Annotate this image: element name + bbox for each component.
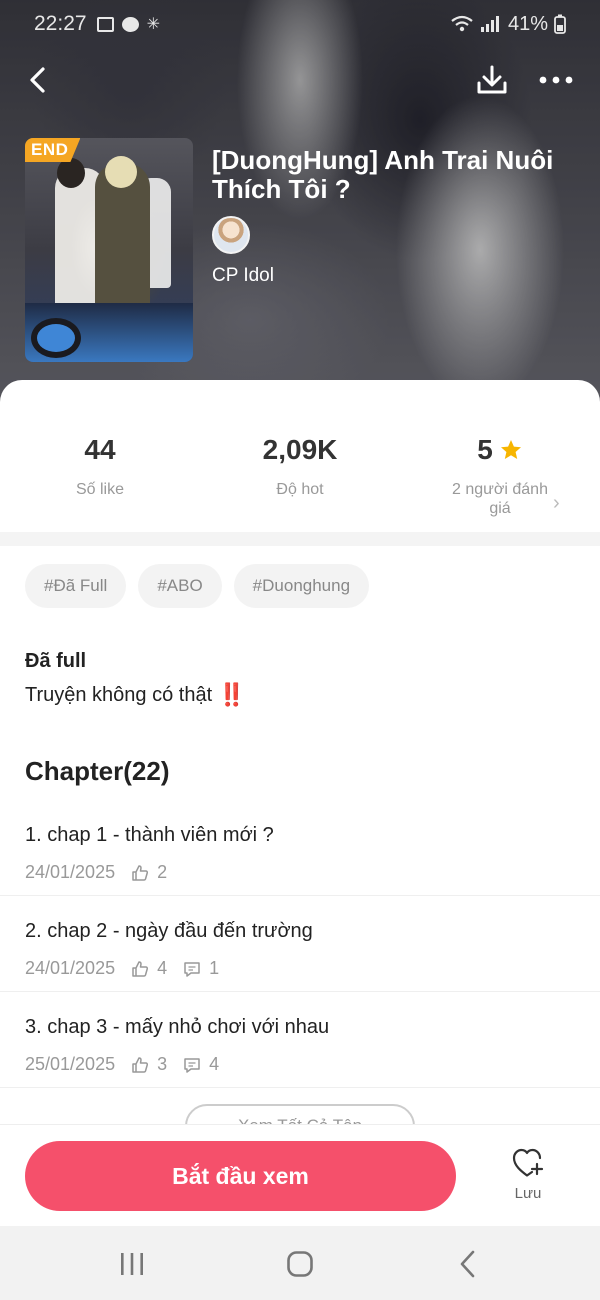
chapter-item[interactable]: 1. chap 1 - thành viên mới ? 24/01/2025 … bbox=[0, 800, 600, 896]
chapter-comment-count: 4 bbox=[209, 1054, 220, 1074]
stat-likes: 44 Số like bbox=[0, 434, 200, 499]
rating-label: 2 người đánh giá bbox=[452, 481, 548, 517]
stats-row: 44 Số like 2,09K Độ hot 5 2 người đánh g… bbox=[0, 380, 600, 530]
like-icon bbox=[132, 960, 149, 977]
status-time: 22:27 bbox=[34, 12, 87, 35]
chapter-title: 1. chap 1 - thành viên mới ? bbox=[25, 824, 274, 846]
chapter-item[interactable]: 3. chap 3 - mấy nhỏ chơi với nhau 25/01/… bbox=[0, 992, 600, 1088]
likes-label: Số like bbox=[75, 481, 125, 498]
more-options-button[interactable] bbox=[532, 58, 580, 102]
chapter-likes: 3 bbox=[131, 1054, 167, 1075]
signal-icon bbox=[480, 16, 499, 32]
description-body: Truyện không có thật ‼️ bbox=[25, 682, 246, 708]
gallery-icon bbox=[96, 16, 114, 32]
tag-chip[interactable]: #Đã Full bbox=[25, 564, 127, 608]
status-notification-icons: ✳ bbox=[96, 14, 160, 34]
message-icon bbox=[121, 16, 139, 32]
stat-rating[interactable]: 5 2 người đánh giá bbox=[400, 434, 600, 518]
rating-value-row: 5 bbox=[400, 434, 600, 466]
chapters-header: Chapter(22) bbox=[25, 756, 170, 786]
chapter-date: 24/01/2025 bbox=[25, 862, 116, 882]
tag-chip[interactable]: #Duonghung bbox=[233, 564, 370, 608]
status-bar: 22:27 ✳ 41% bbox=[0, 0, 600, 48]
chapter-likes: 2 bbox=[131, 862, 167, 883]
save-label: Lưu bbox=[514, 1185, 542, 1202]
chapter-comment-count: 1 bbox=[209, 958, 220, 978]
heart-plus-icon bbox=[512, 1148, 544, 1177]
top-bar bbox=[0, 52, 600, 108]
chapter-like-count: 2 bbox=[157, 862, 168, 882]
home-button[interactable] bbox=[270, 1242, 330, 1286]
status-system-icons: 41% bbox=[450, 13, 566, 36]
back-button[interactable] bbox=[18, 60, 58, 100]
chapter-comments: 1 bbox=[183, 958, 219, 979]
battery-icon bbox=[554, 14, 566, 34]
rating-value: 5 bbox=[477, 434, 493, 465]
description-title: Đã full bbox=[25, 650, 87, 672]
likes-count: 44 bbox=[84, 434, 116, 465]
chapter-title: 3. chap 3 - mấy nhỏ chơi với nhau bbox=[25, 1016, 330, 1038]
like-icon bbox=[132, 1056, 149, 1073]
chapter-meta: 25/01/2025 3 4 bbox=[25, 1054, 219, 1075]
author-name[interactable]: CP Idol bbox=[212, 265, 274, 287]
download-icon bbox=[477, 65, 507, 94]
back-icon bbox=[30, 67, 45, 93]
recent-apps-icon bbox=[121, 1253, 143, 1275]
brightness-icon: ✳ bbox=[146, 16, 160, 33]
nav-back-icon bbox=[460, 1250, 475, 1278]
start-reading-button[interactable]: Bắt đầu xem bbox=[25, 1141, 456, 1211]
comment-icon bbox=[184, 1057, 200, 1073]
more-icon bbox=[539, 76, 573, 84]
download-button[interactable] bbox=[470, 58, 514, 102]
bottom-action-bar: Bắt đầu xem Lưu bbox=[0, 1124, 600, 1226]
section-divider bbox=[0, 532, 600, 546]
story-title: [DuongHung] Anh Trai Nuôi Thích Tôi ? bbox=[212, 145, 554, 204]
chapter-date: 24/01/2025 bbox=[25, 958, 116, 978]
chevron-right-icon[interactable]: › bbox=[553, 492, 560, 515]
chapter-title: 2. chap 2 - ngày đầu đến trường bbox=[25, 920, 313, 942]
double-exclamation-icon: ‼️ bbox=[218, 682, 245, 707]
chapter-comments: 4 bbox=[183, 1054, 219, 1075]
like-icon bbox=[132, 864, 149, 881]
hot-label: Độ hot bbox=[276, 481, 324, 498]
save-button[interactable]: Lưu bbox=[495, 1147, 561, 1217]
hot-count: 2,09K bbox=[262, 434, 338, 465]
chapter-item[interactable]: 2. chap 2 - ngày đầu đến trường 24/01/20… bbox=[0, 896, 600, 992]
comment-icon bbox=[184, 961, 200, 977]
author-avatar[interactable] bbox=[212, 216, 250, 254]
star-icon bbox=[500, 440, 521, 459]
description-text: Truyện không có thật bbox=[25, 683, 213, 706]
chapter-like-count: 3 bbox=[157, 1054, 168, 1074]
system-navigation-bar bbox=[0, 1226, 600, 1300]
stat-hot: 2,09K Độ hot bbox=[200, 434, 400, 499]
wifi-icon bbox=[451, 15, 473, 32]
chapter-date: 25/01/2025 bbox=[25, 1054, 116, 1074]
tag-list: #Đã Full #ABO #Duonghung bbox=[25, 564, 370, 608]
chapter-likes: 4 bbox=[131, 958, 167, 979]
home-icon bbox=[287, 1251, 313, 1277]
nav-back-button[interactable] bbox=[438, 1242, 498, 1286]
chapter-meta: 24/01/2025 4 1 bbox=[25, 958, 219, 979]
chapter-meta: 24/01/2025 2 bbox=[25, 862, 167, 883]
battery-percent: 41% bbox=[507, 12, 548, 35]
recent-apps-button[interactable] bbox=[102, 1242, 162, 1286]
story-cover[interactable]: END bbox=[25, 138, 193, 362]
tag-chip[interactable]: #ABO bbox=[138, 564, 222, 608]
chapter-like-count: 4 bbox=[157, 958, 168, 978]
